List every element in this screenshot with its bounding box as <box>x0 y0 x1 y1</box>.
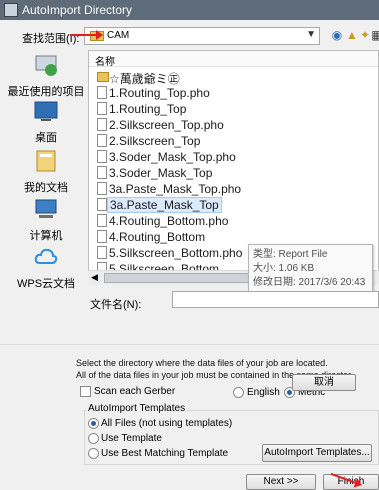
place-wps-cloud[interactable]: WPS云文档 <box>6 244 86 291</box>
filename-input[interactable] <box>172 291 379 308</box>
use-template-radio[interactable] <box>88 433 99 444</box>
list-item[interactable]: 4.Routing_Bottom.pho <box>95 213 285 229</box>
best-match-radio[interactable] <box>88 448 99 459</box>
recent-icon <box>35 55 57 76</box>
file-name: 2.Silkscreen_Top <box>109 134 201 148</box>
file-name: 3a.Paste_Mask_Top.pho <box>109 182 242 196</box>
place-label: 计算机 <box>29 230 63 242</box>
place-label: WPS云文档 <box>16 278 76 290</box>
place-label: 最近使用的项目 <box>7 86 85 98</box>
all-files-label: All Files (not using templates) <box>101 418 233 429</box>
use-template-label: Use Template <box>101 433 162 444</box>
next-button[interactable]: Next >> <box>246 474 316 490</box>
templates-title: AutoImport Templates <box>86 403 188 414</box>
file-name: 3.Soder_Mask_Top.pho <box>109 150 236 164</box>
autoimport-templates-button[interactable]: AutoImport Templates... <box>262 444 372 462</box>
tooltip-type: 类型: Report File <box>253 249 328 260</box>
documents-icon <box>36 150 56 172</box>
file-icon <box>97 102 107 115</box>
english-radio[interactable] <box>233 387 244 398</box>
all-files-radio[interactable] <box>88 418 99 429</box>
back-icon[interactable]: ◉ <box>330 27 344 43</box>
list-item[interactable]: ☆萬歲爺ミ㊣ <box>95 69 285 86</box>
file-name: 4.Routing_Bottom.pho <box>109 214 229 228</box>
file-icon <box>97 230 107 243</box>
file-info-tooltip: 类型: Report File 大小: 1.06 KB 修改日期: 2017/3… <box>248 244 373 292</box>
file-name: 3.Soder_Mask_Top <box>109 166 213 180</box>
cloud-icon <box>34 248 58 264</box>
lookin-combo[interactable]: CAM ▼ <box>84 27 320 45</box>
file-name: 3a.Paste_Mask_Top <box>107 197 222 213</box>
lookin-label: 查找范围(I): <box>22 33 80 45</box>
file-icon <box>97 214 107 227</box>
lookin-value: CAM <box>107 30 130 41</box>
view-menu-icon[interactable]: ▦ <box>370 27 379 43</box>
file-icon <box>97 118 107 131</box>
list-item[interactable]: 3.Soder_Mask_Top.pho <box>95 149 285 165</box>
app-icon <box>4 3 18 17</box>
scan-gerber-label: Scan each Gerber <box>94 386 176 397</box>
file-icon <box>97 150 107 163</box>
hint-line-1: Select the directory where the data file… <box>76 358 328 368</box>
file-name: 4.Routing_Bottom <box>109 230 206 244</box>
list-item[interactable]: 3a.Paste_Mask_Top.pho <box>95 181 285 197</box>
scan-gerber-checkbox[interactable] <box>80 386 91 397</box>
file-name: 2.Silkscreen_Top.pho <box>109 118 224 132</box>
computer-icon <box>35 199 57 218</box>
file-name: 5.Silkscreen_Bottom.pho <box>109 246 243 260</box>
list-item-selected[interactable]: 3a.Paste_Mask_Top <box>95 197 285 213</box>
scroll-left-icon[interactable]: ◀ <box>91 272 98 283</box>
list-item[interactable]: 1.Routing_Top <box>95 101 285 117</box>
folder-icon <box>97 72 109 82</box>
column-header-name[interactable]: 名称 <box>89 51 378 68</box>
window-title: AutoImport Directory <box>22 3 133 17</box>
file-icon <box>97 166 107 179</box>
file-icon <box>97 198 107 211</box>
file-name: 1.Routing_Top <box>109 102 187 116</box>
cancel-button[interactable]: 取消 <box>292 374 356 391</box>
tooltip-size: 大小: 1.06 KB <box>253 263 315 274</box>
list-item[interactable]: 3.Soder_Mask_Top <box>95 165 285 181</box>
up-folder-icon[interactable]: ▲ <box>345 27 359 43</box>
file-icon <box>97 246 107 259</box>
file-icon <box>97 86 107 99</box>
desktop-icon <box>34 101 58 121</box>
annotation-arrow <box>70 30 103 40</box>
place-computer[interactable]: 计算机 <box>6 196 86 243</box>
places-bar: 最近使用的项目 桌面 我的文档 计算机 WPS云文档 <box>6 50 86 292</box>
filename-label: 文件名(N): <box>90 299 142 311</box>
best-match-label: Use Best Matching Template <box>101 448 229 459</box>
list-item[interactable]: 2.Silkscreen_Top.pho <box>95 117 285 133</box>
file-name: 1.Routing_Top.pho <box>109 86 210 100</box>
title-bar: AutoImport Directory <box>0 0 379 20</box>
english-label: English <box>247 387 280 398</box>
file-icon <box>97 134 107 147</box>
list-item[interactable]: 2.Silkscreen_Top <box>95 133 285 149</box>
place-label: 我的文档 <box>24 182 68 194</box>
place-documents[interactable]: 我的文档 <box>6 148 86 195</box>
file-icon <box>97 182 107 195</box>
list-item[interactable]: 4.Routing_Bottom <box>95 229 285 245</box>
place-desktop[interactable]: 桌面 <box>6 98 86 145</box>
list-item[interactable]: 1.Routing_Top.pho <box>95 85 285 101</box>
place-label: 桌面 <box>35 132 57 144</box>
place-recent[interactable]: 最近使用的项目 <box>6 52 86 99</box>
chevron-down-icon: ▼ <box>306 29 316 40</box>
tooltip-modified: 修改日期: 2017/3/6 20:43 <box>253 277 366 288</box>
